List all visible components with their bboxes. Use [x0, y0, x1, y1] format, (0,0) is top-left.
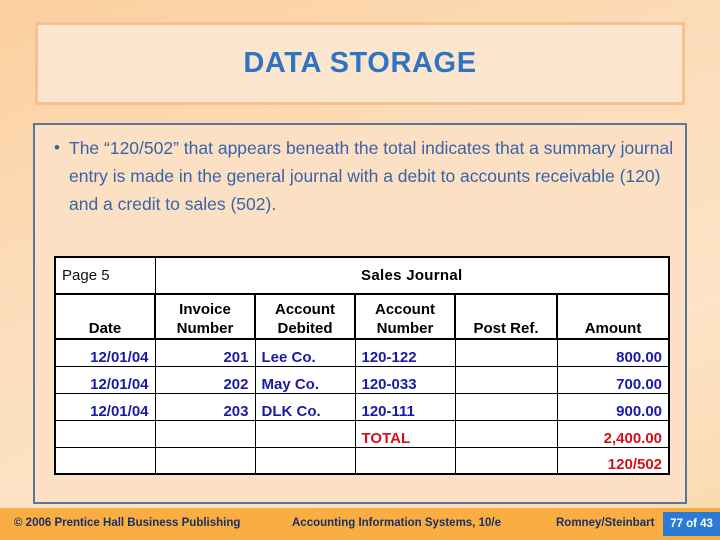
cell-account-debited: May Co. — [254, 365, 356, 394]
column-header-account-debited: Account Debited — [254, 293, 356, 340]
table-row: 12/01/04 202 May Co. 120-033 700.00 — [54, 365, 670, 394]
bullet-text: The “120/502” that appears beneath the t… — [69, 138, 674, 214]
cell-post-ref — [454, 446, 558, 475]
column-header-acctdeb-line1: Account — [275, 301, 335, 318]
cell-account-number: 120-122 — [354, 338, 456, 367]
cell-invoice-number: 203 — [154, 392, 256, 421]
column-header-account-number: Account Number — [354, 293, 456, 340]
column-header-acctdeb-line2: Debited — [277, 320, 333, 337]
cell-account-debited — [254, 446, 356, 475]
cell-account-number: 120-111 — [354, 392, 456, 421]
cell-account-number: 120-033 — [354, 365, 456, 394]
cell-total-amount: 2,400.00 — [556, 419, 670, 448]
sales-journal-table: Page 5 Sales Journal Date Invoice Number — [54, 256, 671, 475]
cell-date — [54, 446, 156, 475]
slide-canvas: DATA STORAGE • The “120/502” that appear… — [0, 0, 720, 540]
footer-book-title: Accounting Information Systems, 10/e — [292, 517, 501, 529]
cell-invoice-number: 202 — [154, 365, 256, 394]
slide-footer: © 2006 Prentice Hall Business Publishing… — [0, 508, 720, 540]
page-number-badge: 77 of 43 — [663, 512, 720, 536]
sales-journal-figure: Page 5 Sales Journal Date Invoice Number — [54, 256, 671, 475]
column-header-invoice-number: Invoice Number — [154, 293, 256, 340]
cell-amount: 800.00 — [556, 338, 670, 367]
cell-date: 12/01/04 — [54, 365, 156, 394]
column-header-postref-line2: Post Ref. — [473, 320, 539, 337]
column-header-acctnum-line1: Account — [375, 301, 435, 318]
journal-column-header-row: Date Invoice Number Account Debited Acco… — [54, 293, 671, 340]
slide-title-box: DATA STORAGE — [35, 22, 685, 105]
table-row: 12/01/04 203 DLK Co. 120-111 900.00 — [54, 392, 670, 421]
cell-posting-reference: 120/502 — [556, 446, 670, 475]
cell-account-debited — [254, 419, 356, 448]
table-row-total: TOTAL 2,400.00 — [54, 419, 670, 448]
cell-invoice-number — [154, 419, 256, 448]
column-header-acctnum-line2: Number — [376, 320, 434, 337]
bullet-paragraph: • The “120/502” that appears beneath the… — [45, 134, 675, 218]
table-row-posting-reference: 120/502 — [54, 446, 670, 475]
cell-invoice-number: 201 — [154, 338, 256, 367]
column-header-invoice-line1: Invoice — [179, 301, 231, 318]
column-header-amount-line2: Amount — [584, 320, 642, 337]
journal-title: Sales Journal — [154, 256, 670, 295]
journal-page-header-row: Page 5 Sales Journal — [54, 256, 670, 295]
cell-account-number — [354, 446, 456, 475]
cell-date: 12/01/04 — [54, 338, 156, 367]
cell-post-ref — [454, 338, 558, 367]
cell-invoice-number — [154, 446, 256, 475]
column-header-date-line2: Date — [88, 320, 122, 337]
column-header-post-ref: Post Ref. — [454, 293, 558, 340]
journal-page-label: Page 5 — [54, 256, 156, 295]
cell-post-ref — [454, 365, 558, 394]
slide-content-box: • The “120/502” that appears beneath the… — [33, 123, 687, 504]
cell-account-debited: DLK Co. — [254, 392, 356, 421]
cell-total-label: TOTAL — [354, 419, 456, 448]
cell-account-debited: Lee Co. — [254, 338, 356, 367]
column-header-invoice-line2: Number — [176, 320, 234, 337]
cell-post-ref — [454, 419, 558, 448]
cell-amount: 700.00 — [556, 365, 670, 394]
column-header-amount: Amount — [555, 293, 671, 340]
cell-post-ref — [454, 392, 558, 421]
cell-date — [54, 419, 156, 448]
cell-amount: 900.00 — [556, 392, 670, 421]
cell-date: 12/01/04 — [54, 392, 156, 421]
table-row: 12/01/04 201 Lee Co. 120-122 800.00 — [54, 338, 670, 367]
page-title: DATA STORAGE — [243, 46, 477, 79]
column-header-date: Date — [54, 293, 156, 340]
footer-authors: Romney/Steinbart — [556, 517, 655, 529]
footer-copyright: © 2006 Prentice Hall Business Publishing — [14, 517, 241, 529]
bullet-point-icon: • — [54, 138, 60, 157]
